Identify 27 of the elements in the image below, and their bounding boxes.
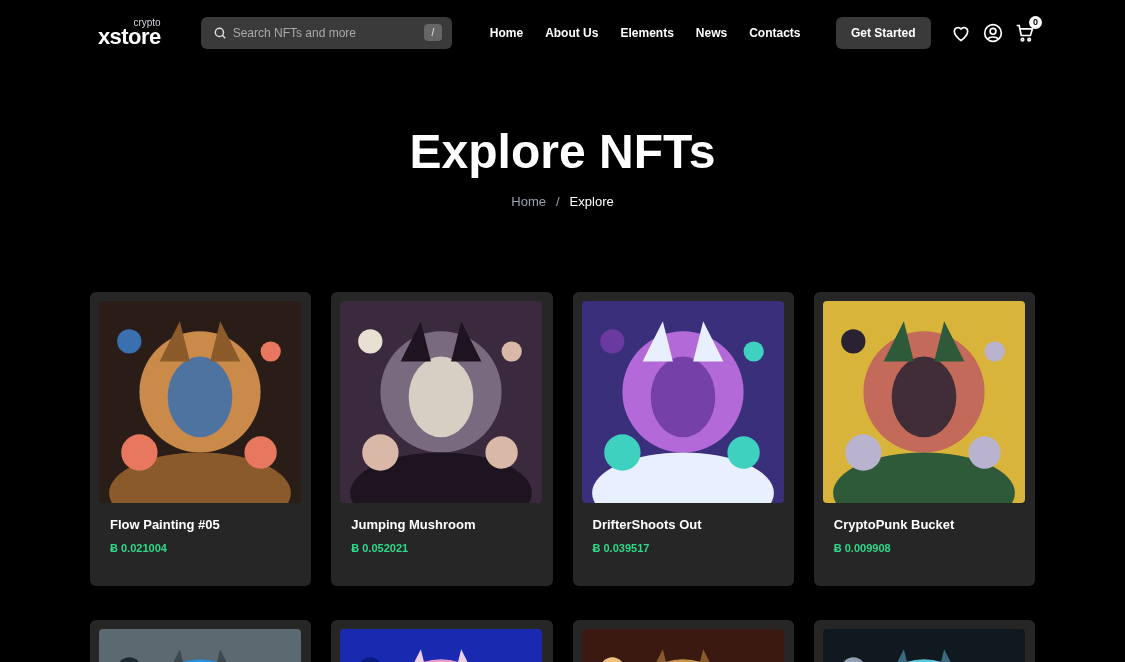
search-icon [212, 26, 227, 40]
logo-tagline: crypto [133, 18, 161, 28]
breadcrumb-separator: / [556, 193, 560, 211]
nft-price: Ƀ 0.021004 [110, 541, 168, 556]
nft-card[interactable]: CryptoPunk Bucket Ƀ 0.009908 [813, 291, 1035, 586]
nft-card[interactable]: Flow Painting #05 Ƀ 0.021004 [90, 291, 312, 586]
nav-link[interactable]: Contacts [749, 24, 801, 42]
nft-title: Flow Painting #05 [110, 515, 221, 534]
nft-price: Ƀ 0.039517 [592, 541, 651, 556]
nft-title: Jumping Mushroom [351, 515, 477, 534]
nft-title: CryptoPunk Bucket [833, 515, 956, 534]
breadcrumb-current: Explore [569, 193, 614, 211]
get-started-button[interactable]: Get Started [835, 17, 931, 49]
nft-title: DrifterShoots Out [592, 515, 703, 534]
nft-card[interactable]: DrifterShoots Out Ƀ 0.039517 [572, 291, 794, 586]
page-title: Explore NFTs [409, 128, 716, 176]
nav-link[interactable]: Home [489, 24, 524, 42]
nft-card[interactable]: Jumping Mushroom Ƀ 0.052021 [331, 291, 553, 586]
nft-price: Ƀ 0.009908 [833, 541, 892, 556]
nav-link[interactable]: News [695, 24, 728, 42]
cart-count-badge: 0 [1029, 16, 1042, 29]
nav-link[interactable]: About Us [545, 24, 599, 42]
breadcrumb-link[interactable]: Home [511, 192, 546, 212]
nav-link[interactable]: Elements [620, 24, 674, 42]
nft-price: Ƀ 0.052021 [351, 541, 410, 556]
cart-icon[interactable] [1015, 23, 1035, 43]
user-icon[interactable] [983, 23, 1003, 43]
